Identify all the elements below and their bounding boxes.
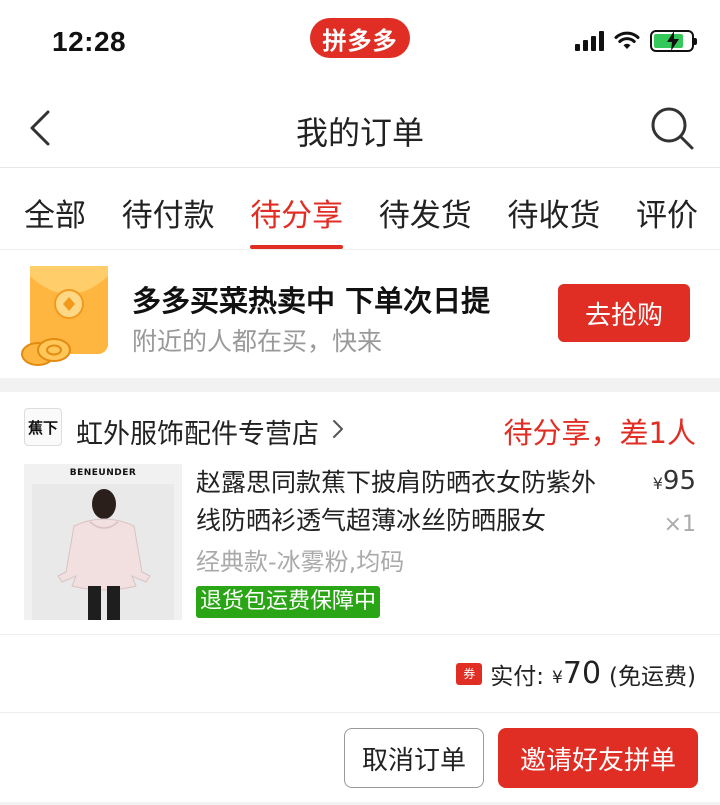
coupon-icon: 券 bbox=[456, 662, 483, 685]
order-status: 待分享，差1人 bbox=[503, 416, 696, 450]
store-name[interactable]: 虹外服饰配件专营店 bbox=[76, 412, 319, 451]
cancel-order-button[interactable]: 取消订单 bbox=[344, 728, 484, 788]
invite-friends-button[interactable]: 邀请好友拼单 bbox=[498, 728, 698, 788]
tab-all[interactable]: 全部 bbox=[24, 168, 86, 249]
price-currency: ¥ bbox=[652, 474, 663, 493]
pinduoduo-logo: 拼多多 bbox=[310, 18, 410, 58]
promo-title: 多多买菜热卖中 下单次日提 bbox=[132, 284, 491, 318]
product-spec: 经典款-冰雾粉,均码 bbox=[196, 548, 405, 576]
battery-charging-icon bbox=[650, 30, 697, 52]
tab-pending-receipt[interactable]: 待收货 bbox=[507, 168, 600, 249]
price-value: 95 bbox=[662, 466, 696, 496]
promo-banner[interactable]: 多多买菜热卖中 下单次日提 附近的人都在买，快来 去抢购 bbox=[0, 250, 720, 378]
order-tabs: 全部 待付款 待分享 待发货 待收货 评价 bbox=[0, 168, 720, 250]
tab-pending-share[interactable]: 待分享 bbox=[250, 168, 344, 249]
system-icons bbox=[575, 30, 697, 52]
status-bar: 12:28 拼多多 bbox=[0, 0, 720, 88]
paid-label: 实付: bbox=[490, 663, 545, 690]
paid-value: 70 bbox=[562, 656, 602, 691]
chevron-right-icon bbox=[333, 420, 343, 438]
product-price: ¥95 bbox=[653, 466, 696, 496]
return-shipping-guarantee-badge[interactable]: 退货包运费保障中 bbox=[196, 586, 381, 618]
section-divider bbox=[0, 378, 720, 392]
store-header[interactable]: 蕉下 虹外服饰配件专营店 待分享，差1人 bbox=[0, 392, 720, 462]
store-logo: 蕉下 bbox=[24, 408, 62, 446]
order-card: 蕉下 虹外服饰配件专营店 待分享，差1人 BENEUNDER 赵露思同款蕉下披肩… bbox=[0, 392, 720, 805]
wifi-icon bbox=[614, 31, 640, 49]
status-time: 12:28 bbox=[52, 26, 127, 57]
divider bbox=[0, 634, 720, 635]
tab-pending-payment[interactable]: 待付款 bbox=[122, 168, 215, 249]
cellular-signal-icon bbox=[575, 31, 604, 51]
tab-pending-shipment[interactable]: 待发货 bbox=[379, 168, 472, 249]
payment-summary: 券 实付: ¥70 (免运费) bbox=[456, 656, 696, 691]
promo-subtitle: 附近的人都在买，快来 bbox=[132, 327, 383, 356]
tab-review[interactable]: 评价 bbox=[636, 168, 698, 249]
product-image[interactable]: BENEUNDER bbox=[24, 464, 182, 620]
search-icon[interactable] bbox=[648, 104, 696, 152]
divider bbox=[0, 712, 720, 713]
free-shipping-note: (免运费) bbox=[609, 663, 696, 690]
page-title: 我的订单 bbox=[295, 114, 424, 152]
paid-amount: ¥70 bbox=[552, 656, 601, 691]
product-quantity: ×1 bbox=[663, 512, 696, 537]
navigation-bar: 我的订单 bbox=[0, 88, 720, 168]
chevron-left-icon[interactable] bbox=[20, 106, 64, 150]
grab-now-button[interactable]: 去抢购 bbox=[558, 284, 690, 342]
paid-currency: ¥ bbox=[552, 668, 563, 688]
red-envelope-coin-icon bbox=[21, 266, 108, 366]
product-title[interactable]: 赵露思同款蕉下披肩防晒衣女防紫外线防晒衫透气超薄冰丝防晒服女 bbox=[196, 464, 620, 540]
model-figure-illustration bbox=[32, 484, 174, 620]
